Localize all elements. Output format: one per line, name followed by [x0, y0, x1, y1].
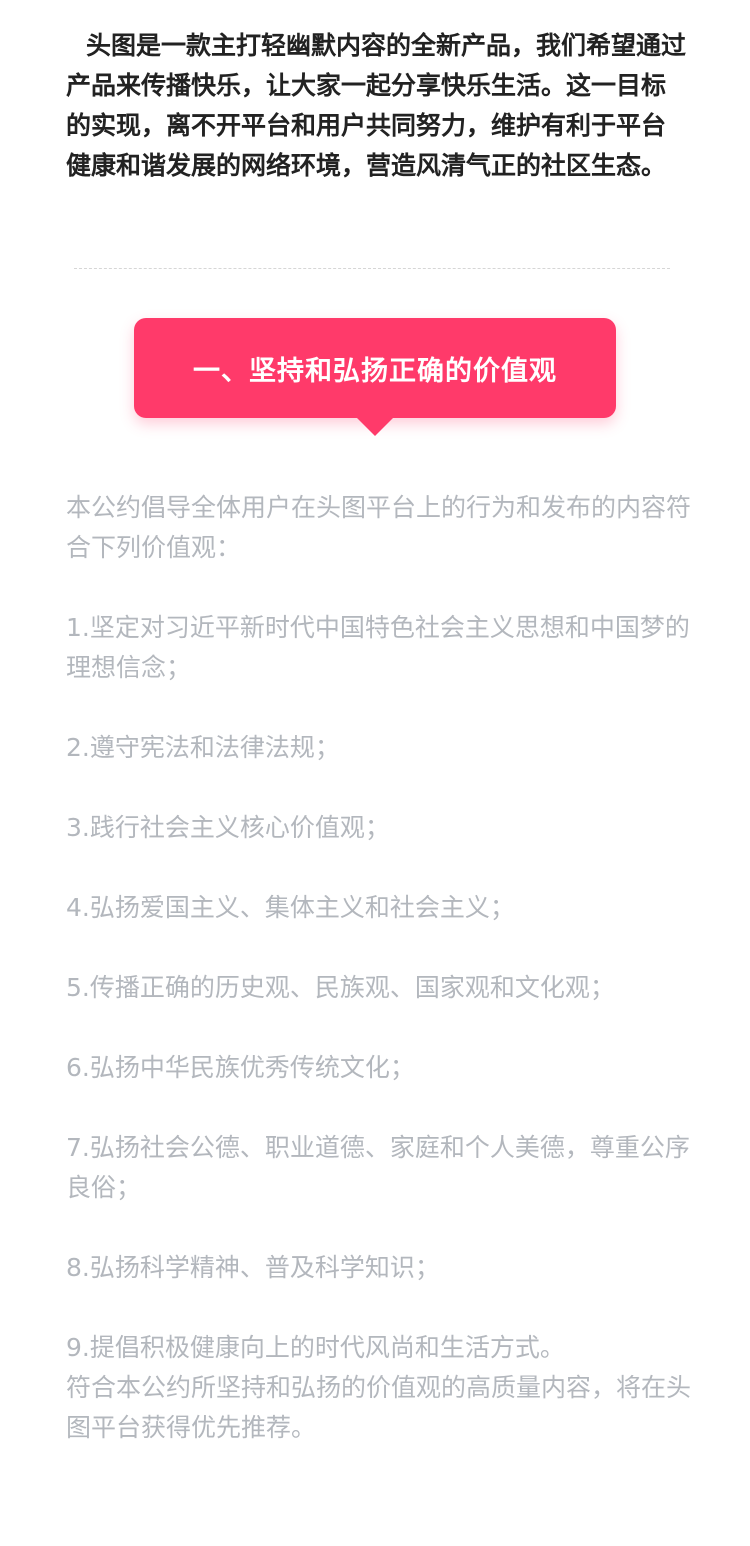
value-item-3: 3.践行社会主义核心价值观； [66, 813, 390, 842]
value-item-2: 2.遵守宪法和法律法规； [66, 733, 340, 762]
pointer-arrow-icon [357, 418, 393, 436]
value-item-1: 1.坚定对习近平新时代中国特色社会主义思想和中国梦的理想信念； [66, 613, 690, 682]
value-item-6: 6.弘扬中华民族优秀传统文化； [66, 1053, 415, 1082]
value-item-7: 7.弘扬社会公德、职业道德、家庭和个人美德，尊重公序良俗； [66, 1133, 690, 1202]
closing-paragraph: 符合本公约所坚持和弘扬的价值观的高质量内容，将在头图平台获得优先推荐。 [66, 1373, 692, 1442]
intro-paragraph: 头图是一款主打轻幽默内容的全新产品，我们希望通过产品来传播快乐，让大家一起分享快… [66, 31, 687, 180]
value-item-4: 4.弘扬爱国主义、集体主义和社会主义； [66, 893, 515, 922]
value-item-9: 9.提倡积极健康向上的时代风尚和生活方式。 [66, 1333, 565, 1362]
value-item-5: 5.传播正确的历史观、民族观、国家观和文化观； [66, 973, 615, 1002]
page: 头图是一款主打轻幽默内容的全新产品，我们希望通过产品来传播快乐，让大家一起分享快… [0, 0, 750, 1546]
lead-paragraph: 本公约倡导全体用户在头图平台上的行为和发布的内容符合下列价值观： [66, 493, 692, 562]
section-title: 一、坚持和弘扬正确的价值观 [193, 355, 557, 387]
section-header: 一、坚持和弘扬正确的价值观 [134, 318, 616, 436]
dashed-divider [74, 268, 670, 269]
value-item-8: 8.弘扬科学精神、普及科学知识； [66, 1253, 440, 1282]
